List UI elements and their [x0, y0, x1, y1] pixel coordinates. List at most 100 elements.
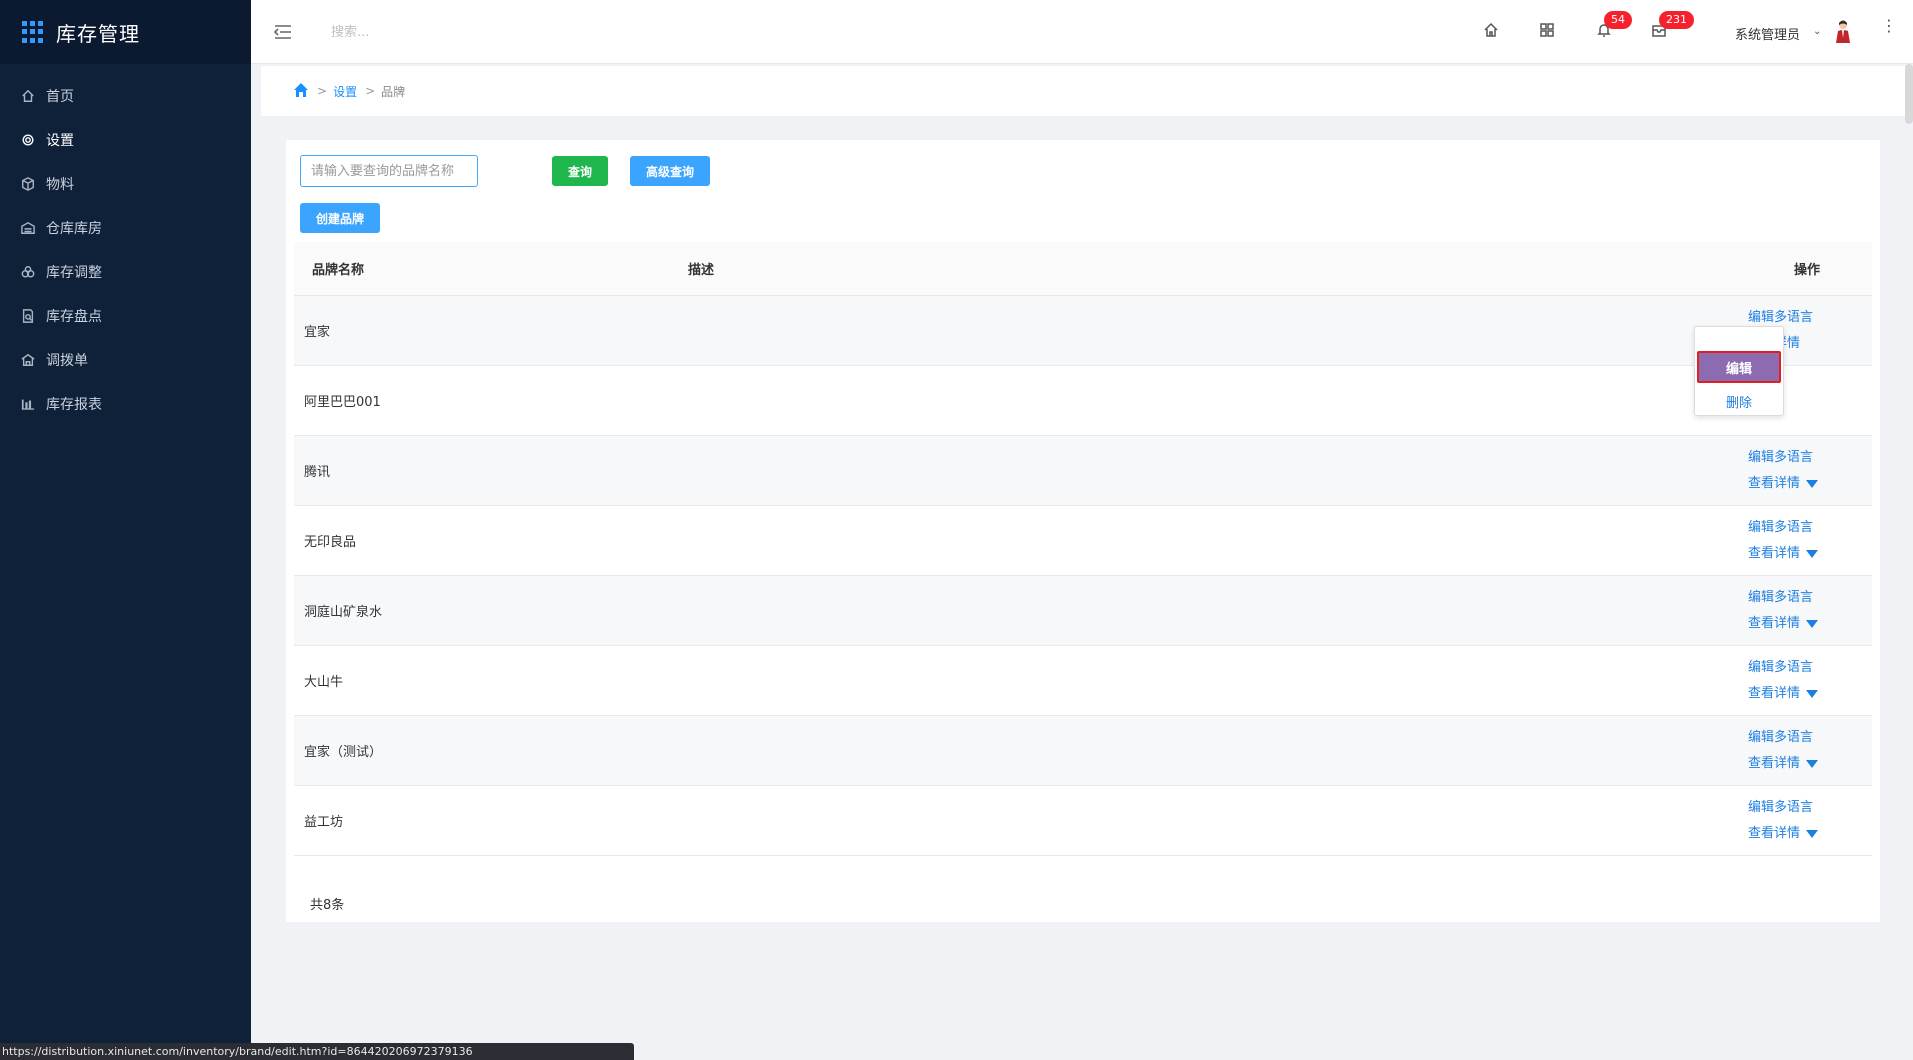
- home-icon: [20, 88, 36, 104]
- warehouse-icon: [20, 220, 36, 236]
- view-details-dropdown[interactable]: 查看详情: [1748, 681, 1819, 707]
- apps-grid-icon[interactable]: [1539, 22, 1557, 40]
- cell-brand-name: 宜家: [304, 325, 331, 340]
- sidebar-brand[interactable]: 库存管理: [0, 0, 251, 64]
- sidebar-item-label: 库存调整: [46, 265, 102, 281]
- cell-actions: 编辑多语言 查看详情: [1742, 515, 1872, 567]
- cell-brand-name: 宜家（测试）: [304, 745, 383, 760]
- sidebar-item-label: 物料: [46, 177, 74, 193]
- caret-down-icon: [1806, 549, 1819, 558]
- view-details-label: 查看详情: [1748, 475, 1801, 491]
- table-header: 品牌名称 描述 操作: [294, 242, 1872, 296]
- sidebar-item-settings[interactable]: 设置: [0, 118, 251, 162]
- sidebar-item-report[interactable]: 库存报表: [0, 382, 251, 426]
- caret-down-icon: [1806, 759, 1819, 768]
- breadcrumb-separator: >: [365, 84, 376, 98]
- table-row: 腾讯 编辑多语言 查看详情: [294, 436, 1872, 506]
- caret-down-icon: [1806, 479, 1819, 488]
- notification-bell-icon[interactable]: 54: [1596, 11, 1632, 40]
- gear-icon: [20, 132, 36, 148]
- message-box-icon[interactable]: 231: [1651, 11, 1694, 40]
- sidebar-item-label: 首页: [46, 89, 74, 105]
- avatar[interactable]: [1833, 18, 1853, 44]
- transfer-icon: [20, 352, 36, 368]
- cell-brand-name: 大山牛: [304, 675, 344, 690]
- view-details-label: 查看详情: [1748, 685, 1801, 701]
- table-row: 益工坊 编辑多语言 查看详情: [294, 786, 1872, 856]
- table-row: 宜家（测试） 编辑多语言 查看详情: [294, 716, 1872, 786]
- top-header: 54 231 系统管理员 ⌄ ⋮: [251, 0, 1913, 64]
- sidebar-item-warehouse[interactable]: 仓库库房: [0, 206, 251, 250]
- table-body: 宜家 编辑多语言 查看详情 阿里巴巴001 腾讯 编辑多语言 查看详情: [294, 296, 1872, 856]
- caret-down-icon: [1806, 619, 1819, 628]
- view-details-dropdown[interactable]: 查看详情: [1748, 541, 1819, 567]
- scrollbar-thumb[interactable]: [1905, 64, 1913, 124]
- create-brand-button[interactable]: 创建品牌: [300, 203, 380, 233]
- cell-brand-name: 阿里巴巴001: [304, 395, 381, 410]
- row-action-dropdown: 编辑 删除: [1694, 326, 1784, 416]
- sidebar-item-transfer[interactable]: 调拨单: [0, 338, 251, 382]
- edit-language-link[interactable]: 编辑多语言: [1748, 445, 1813, 471]
- column-header-name: 品牌名称: [312, 263, 365, 278]
- sidebar-item-label: 库存盘点: [46, 309, 102, 325]
- brand-name-query-input[interactable]: [300, 155, 478, 187]
- chevron-down-icon[interactable]: ⌄: [1813, 26, 1821, 37]
- view-details-dropdown[interactable]: 查看详情: [1748, 751, 1819, 777]
- cell-brand-name: 洞庭山矿泉水: [304, 605, 383, 620]
- dropdown-edit-item[interactable]: 编辑: [1697, 351, 1781, 383]
- breadcrumb-separator: >: [317, 84, 328, 98]
- query-button[interactable]: 查询: [552, 156, 608, 186]
- cell-actions: 编辑多语言 查看详情: [1742, 725, 1872, 777]
- sidebar-item-label: 仓库库房: [46, 221, 102, 237]
- sidebar-menu: 首页 设置 物料 仓库库房 库存调整 库存盘点 调拨单 库存报表: [0, 74, 251, 426]
- view-details-label: 查看详情: [1748, 545, 1801, 561]
- more-vertical-icon[interactable]: ⋮: [1881, 18, 1897, 42]
- sidebar-item-home[interactable]: 首页: [0, 74, 251, 118]
- user-name[interactable]: 系统管理员: [1735, 24, 1800, 43]
- table-row: 阿里巴巴001: [294, 366, 1872, 436]
- breadcrumb: > 设置 > 品牌: [261, 66, 1905, 116]
- dropdown-delete-item[interactable]: 删除: [1697, 387, 1781, 415]
- caret-down-icon: [1806, 689, 1819, 698]
- table-row: 洞庭山矿泉水 编辑多语言 查看详情: [294, 576, 1872, 646]
- edit-language-link[interactable]: 编辑多语言: [1748, 655, 1813, 681]
- cell-actions: 编辑多语言 查看详情: [1742, 795, 1872, 847]
- sidebar: 库存管理 首页 设置 物料 仓库库房 库存调整 库存盘点 调拨单 库存报表: [0, 0, 251, 1060]
- brand-list-card: 查询 高级查询 创建品牌 品牌名称 描述 操作 宜家 编辑多语言 查看详情 阿里…: [286, 140, 1880, 922]
- sidebar-item-stock-adjust[interactable]: 库存调整: [0, 250, 251, 294]
- sidebar-item-stock-check[interactable]: 库存盘点: [0, 294, 251, 338]
- app-grid-icon: [22, 21, 44, 43]
- menu-collapse-icon[interactable]: [273, 22, 293, 42]
- breadcrumb-current: 品牌: [381, 84, 406, 99]
- cell-actions: 编辑多语言 查看详情: [1742, 445, 1872, 497]
- cube-icon: [20, 176, 36, 192]
- sidebar-item-label: 库存报表: [46, 397, 102, 413]
- cell-brand-name: 腾讯: [304, 465, 331, 480]
- table-row: 大山牛 编辑多语言 查看详情: [294, 646, 1872, 716]
- brand-table: 品牌名称 描述 操作 宜家 编辑多语言 查看详情 阿里巴巴001 腾讯: [294, 242, 1872, 856]
- cell-actions: 编辑多语言 查看详情: [1742, 655, 1872, 707]
- message-badge: 231: [1659, 11, 1694, 29]
- home-shortcut-icon[interactable]: [1483, 22, 1501, 40]
- cell-actions: 编辑多语言 查看详情: [1742, 585, 1872, 637]
- view-details-dropdown[interactable]: 查看详情: [1748, 821, 1819, 847]
- advanced-query-button[interactable]: 高级查询: [630, 156, 710, 186]
- view-details-dropdown[interactable]: 查看详情: [1748, 471, 1819, 497]
- bar-chart-icon: [20, 396, 36, 412]
- edit-language-link[interactable]: 编辑多语言: [1748, 515, 1813, 541]
- pagination-total: 共8条: [310, 898, 345, 913]
- breadcrumb-settings-link[interactable]: 设置: [333, 83, 357, 100]
- column-header-desc: 描述: [688, 263, 715, 278]
- breadcrumb-home-icon[interactable]: [293, 82, 309, 101]
- sidebar-item-label: 调拨单: [46, 353, 88, 369]
- global-search-input[interactable]: [331, 18, 571, 46]
- sidebar-item-materials[interactable]: 物料: [0, 162, 251, 206]
- edit-language-link[interactable]: 编辑多语言: [1748, 725, 1813, 751]
- app-title: 库存管理: [56, 21, 140, 46]
- edit-language-link[interactable]: 编辑多语言: [1748, 795, 1813, 821]
- notification-badge: 54: [1604, 11, 1632, 29]
- edit-language-link[interactable]: 编辑多语言: [1748, 585, 1813, 611]
- view-details-dropdown[interactable]: 查看详情: [1748, 611, 1819, 637]
- scrollbar-track[interactable]: [1905, 64, 1913, 1060]
- column-header-op: 操作: [1793, 263, 1820, 278]
